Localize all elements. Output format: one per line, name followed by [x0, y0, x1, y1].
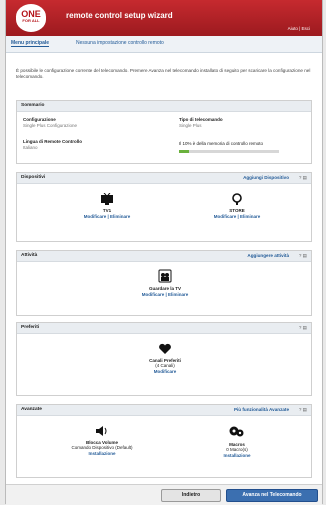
device-edit-delete-links[interactable]: Modificare | Eliminare: [182, 214, 292, 219]
favorites-panel-controls[interactable]: ? ▤: [299, 325, 307, 331]
favorites-edit-link[interactable]: Modificare: [110, 369, 220, 374]
advanced-panel: Avanzate Più funzionalità Avanzate ? ▤ B…: [16, 404, 312, 478]
devices-title: Dispositivi: [21, 175, 46, 180]
volume-lock-sub: Comando Dispositivo (Default): [71, 445, 133, 450]
volume-lock-setup-link[interactable]: Installazione: [47, 451, 157, 456]
macros-setup-link[interactable]: Installazione: [182, 453, 292, 458]
volume-icon: [96, 426, 107, 436]
devices-header: Dispositivi Aggiungi Dispositivo ? ▤: [17, 173, 311, 184]
favorites-count: (4 Canali): [155, 363, 175, 368]
download-to-remote-button[interactable]: Avanza nel Telecomando: [226, 489, 318, 502]
watch-tv-icon: [158, 269, 172, 283]
macros-count: 0 Macro(s): [226, 447, 248, 452]
config-value: Single Plus Configurazione: [23, 123, 78, 128]
app-title: remote control setup wizard: [66, 11, 173, 20]
tab-bar: Menu principale Nessuna impostazione con…: [6, 36, 322, 53]
intro-text: È possibile le configurazione corrente d…: [16, 68, 311, 79]
back-button[interactable]: Indietro: [161, 489, 221, 502]
devices-panel-controls[interactable]: ? ▤: [299, 175, 307, 181]
macros-item: Macros 0 Macro(s) Installazione: [182, 425, 292, 458]
device-item-tv: TV1 Modificare | Eliminare: [52, 193, 162, 219]
activity-edit-delete-links[interactable]: Modificare | Eliminare: [110, 292, 220, 297]
footer-bar: Indietro Avanza nel Telecomando: [6, 484, 322, 505]
config-label: Configurazione: [23, 117, 56, 122]
activity-name: Guardare la TV: [148, 286, 181, 291]
audio-icon: [232, 193, 242, 205]
remote-type-value: Single Plus: [179, 123, 202, 128]
activities-title: Attività: [21, 253, 38, 258]
memory-progress-fill: [179, 150, 189, 153]
tab-no-remote-settings[interactable]: Nessuna impostazione controllo remoto: [76, 40, 164, 46]
language-value: Italiano: [23, 145, 38, 150]
advanced-title: Avanzate: [21, 407, 42, 412]
advanced-header: Avanzate Più funzionalità Avanzate ? ▤: [17, 405, 311, 416]
favorites-header: Preferiti ? ▤: [17, 323, 311, 334]
activities-panel: Attività Aggiungere attività ? ▤ Guardar…: [16, 250, 312, 316]
brand-logo: ONE FOR ALL: [16, 4, 46, 32]
config-field: Configurazione Single Plus Configurazion…: [23, 117, 77, 128]
logo-text-sub: FOR ALL: [22, 18, 40, 23]
favorites-panel: Preferiti ? ▤ Canali Preferiti (4 Canali…: [16, 322, 312, 396]
activities-header: Attività Aggiungere attività ? ▤: [17, 251, 311, 262]
favorites-title: Preferiti: [21, 325, 40, 330]
device-name: TV1: [102, 208, 112, 213]
summary-header: Sommario: [17, 101, 311, 112]
device-name: STORE: [229, 208, 245, 213]
more-advanced-link[interactable]: Più funzionalità Avanzate: [234, 407, 289, 412]
activity-item: Guardare la TV Modificare | Eliminare: [110, 269, 220, 297]
memory-label: Il 10% è della memoria di controllo remo…: [179, 141, 264, 146]
heart-icon: [159, 343, 171, 354]
macro-icon: [229, 426, 244, 437]
tab-main-menu[interactable]: Menu principale: [11, 40, 50, 47]
device-edit-delete-links[interactable]: Modificare | Eliminare: [52, 214, 162, 219]
advanced-panel-controls[interactable]: ? ▤: [299, 407, 307, 413]
volume-lock-item: Blocca Volume Comando Dispositivo (Defau…: [47, 425, 157, 456]
remote-type-field: Tipo di telecomando Single Plus: [179, 117, 223, 128]
language-field: Lingua di Remote Controllo Italiano: [23, 139, 82, 150]
wizard-window: ONE FOR ALL remote control setup wizard …: [5, 0, 323, 505]
summary-title: Sommario: [21, 103, 45, 108]
help-exit-links[interactable]: Aiuto | Esci: [288, 26, 310, 31]
language-label: Lingua di Remote Controllo: [23, 139, 82, 144]
tv-icon: [101, 193, 113, 205]
header-bar: ONE FOR ALL remote control setup wizard …: [6, 0, 322, 36]
remote-type-label: Tipo di telecomando: [179, 117, 223, 122]
favorite-channels-item: Canali Preferiti (4 Canali) Modificare: [110, 343, 220, 374]
memory-progress-bar: [179, 150, 279, 153]
summary-panel: Sommario Configurazione Single Plus Conf…: [16, 100, 312, 164]
device-item-store: STORE Modificare | Eliminare: [182, 193, 292, 219]
devices-panel: Dispositivi Aggiungi Dispositivo ? ▤ TV1…: [16, 172, 312, 242]
add-device-link[interactable]: Aggiungi Dispositivo: [243, 175, 289, 180]
activities-panel-controls[interactable]: ? ▤: [299, 253, 307, 259]
add-activity-link[interactable]: Aggiungere attività: [247, 253, 289, 258]
